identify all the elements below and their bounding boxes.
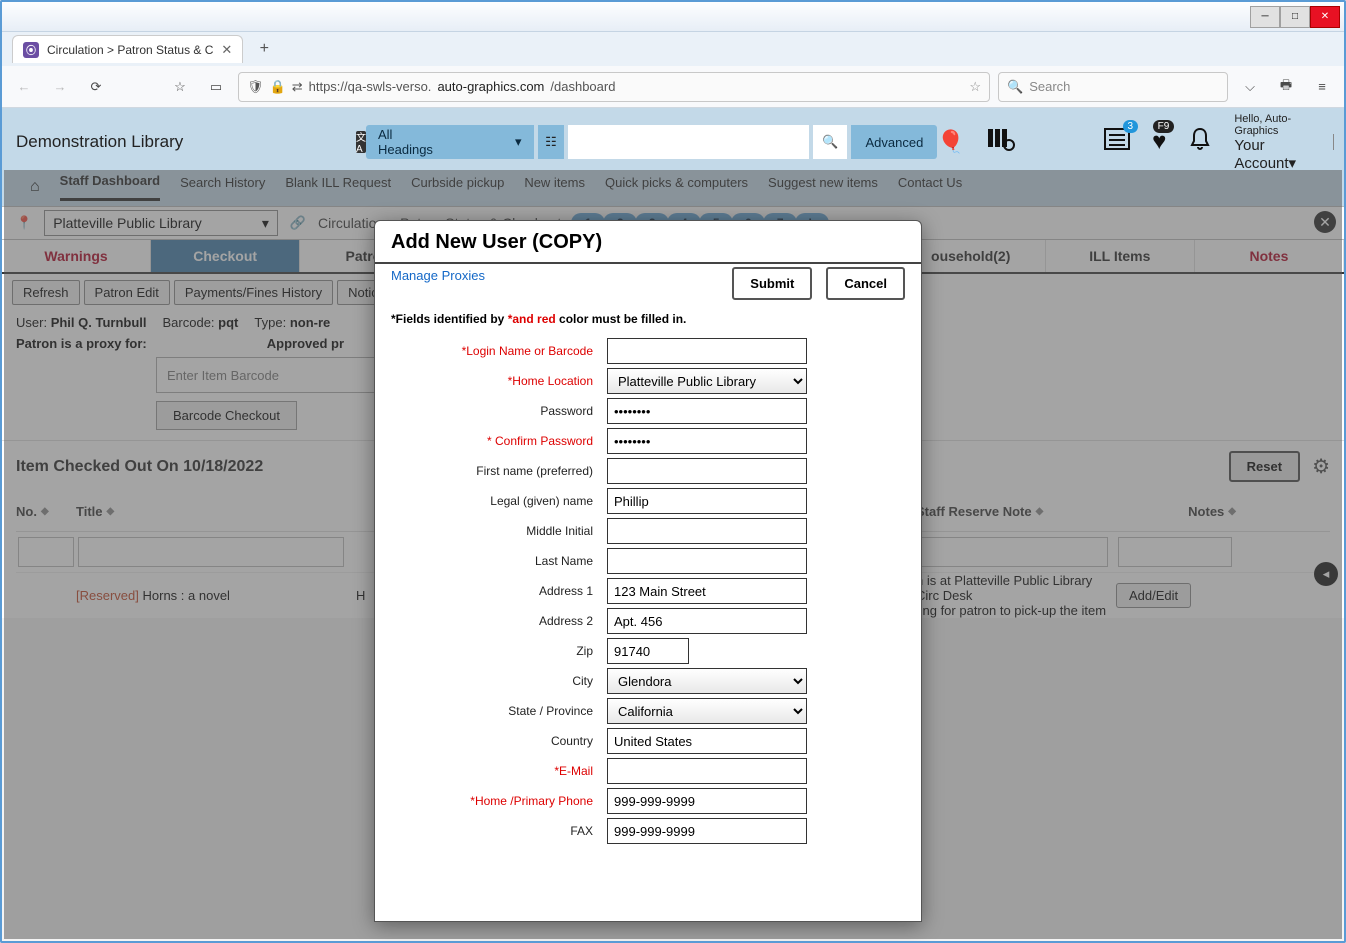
account-block[interactable]: Hello, Auto-Graphics Your Account▾ — [1234, 113, 1310, 172]
url-text-gray: https://qa-swls-verso. — [309, 79, 432, 94]
label-first: First name (preferred) — [387, 464, 593, 478]
heart-icon[interactable]: ♥ F9 — [1152, 128, 1166, 156]
hello-text: Hello, Auto-Graphics — [1234, 113, 1310, 137]
window-titlebar: ─ □ ✕ — [2, 2, 1344, 32]
balloon-icon[interactable]: 🎈 — [937, 129, 964, 155]
input-first[interactable] — [607, 458, 807, 484]
shield-icon: 🛡 — [247, 79, 264, 95]
input-addr1[interactable] — [607, 578, 807, 604]
req-red: *and red — [508, 312, 556, 326]
lock-icon: 🔒 — [270, 79, 286, 95]
settings-toggle-icon: ⇄ — [292, 79, 303, 95]
input-email[interactable] — [607, 758, 807, 784]
label-last: Last Name — [387, 554, 593, 568]
label-phone: *Home /Primary Phone — [387, 794, 593, 808]
extension-icon[interactable]: ▭ — [202, 73, 230, 101]
heading-select-label: All Headings — [378, 127, 445, 157]
input-middle[interactable] — [607, 518, 807, 544]
label-fax: FAX — [387, 824, 593, 838]
page-star-icon[interactable]: ☆ — [969, 79, 981, 95]
list-badge: 3 — [1123, 120, 1139, 133]
input-last[interactable] — [607, 548, 807, 574]
pocket-icon[interactable]: ⌵ — [1236, 73, 1264, 101]
logout-link[interactable]: Logout — [1333, 134, 1346, 150]
input-zip[interactable] — [607, 638, 689, 664]
req-post: color must be filled in. — [559, 312, 686, 326]
window-minimize[interactable]: ─ — [1250, 6, 1280, 28]
required-note: *Fields identified by *and red color mus… — [375, 304, 921, 334]
bell-icon[interactable] — [1188, 127, 1212, 158]
label-zip: Zip — [387, 644, 593, 658]
library-name: Demonstration Library — [16, 132, 356, 152]
heart-badge: F9 — [1153, 120, 1175, 133]
url-text-domain: auto-graphics.com — [437, 79, 544, 94]
reload-button[interactable]: ⟳ — [82, 73, 110, 101]
input-legal[interactable] — [607, 488, 807, 514]
browser-search-placeholder: Search — [1029, 79, 1070, 94]
label-home: *Home Location — [387, 374, 593, 388]
back-button[interactable]: ← — [10, 73, 38, 101]
input-country[interactable] — [607, 728, 807, 754]
input-cpass[interactable] — [607, 428, 807, 454]
cancel-button[interactable]: Cancel — [826, 267, 905, 300]
tab-close-icon[interactable]: ✕ — [221, 42, 232, 58]
label-middle: Middle Initial — [387, 524, 593, 538]
new-tab-button[interactable]: + — [251, 36, 277, 62]
select-city[interactable]: Glendora — [607, 668, 807, 694]
list-icon[interactable]: 3 — [1104, 128, 1130, 157]
url-text-path: /dashboard — [550, 79, 615, 94]
input-fax[interactable] — [607, 818, 807, 844]
submit-button[interactable]: Submit — [732, 267, 812, 300]
window-close[interactable]: ✕ — [1310, 6, 1340, 28]
language-icon[interactable]: 文A — [356, 131, 366, 153]
label-addr2: Address 2 — [387, 614, 593, 628]
browser-search-input[interactable]: 🔍 Search — [998, 72, 1228, 102]
window-maximize[interactable]: □ — [1280, 6, 1310, 28]
resources-icon[interactable] — [987, 127, 1015, 158]
advanced-button[interactable]: Advanced — [851, 125, 937, 159]
add-user-modal: Add New User (COPY) Manage Proxies Submi… — [374, 220, 922, 922]
input-pass[interactable] — [607, 398, 807, 424]
browser-tabstrip: ⦿ Circulation > Patron Status & C ✕ + — [2, 32, 1344, 66]
search-icon: 🔍 — [1007, 79, 1023, 95]
database-icon[interactable]: ☷ — [538, 125, 565, 159]
url-input[interactable]: 🛡 🔒 ⇄ https://qa-swls-verso. auto-graphic… — [238, 72, 990, 102]
browser-tab[interactable]: ⦿ Circulation > Patron Status & C ✕ — [12, 35, 243, 63]
chevron-down-icon: ▾ — [515, 134, 522, 150]
label-login: *Login Name or Barcode — [387, 344, 593, 358]
forward-button[interactable]: → — [46, 73, 74, 101]
label-email: *E-Mail — [387, 764, 593, 778]
print-icon[interactable]: 🖶 — [1272, 73, 1300, 101]
input-login[interactable] — [607, 338, 807, 364]
label-city: City — [387, 674, 593, 688]
input-phone[interactable] — [607, 788, 807, 814]
select-home[interactable]: Platteville Public Library — [607, 368, 807, 394]
label-pass: Password — [387, 404, 593, 418]
heading-select[interactable]: All Headings ▾ — [366, 125, 534, 159]
bookmark-star-icon[interactable]: ☆ — [166, 73, 194, 101]
label-state: State / Province — [387, 704, 593, 718]
label-cpass: * Confirm Password — [387, 434, 593, 448]
req-pre: *Fields identified by — [391, 312, 508, 326]
tab-favicon: ⦿ — [23, 42, 39, 58]
hamburger-menu-icon[interactable]: ≡ — [1308, 73, 1336, 101]
modal-title: Add New User (COPY) — [375, 221, 921, 264]
your-account-text: Your Account — [1234, 137, 1288, 172]
label-addr1: Address 1 — [387, 584, 593, 598]
catalog-search-input[interactable] — [568, 125, 809, 159]
tab-title: Circulation > Patron Status & C — [47, 43, 213, 57]
label-legal: Legal (given) name — [387, 494, 593, 508]
input-addr2[interactable] — [607, 608, 807, 634]
select-state[interactable]: California — [607, 698, 807, 724]
catalog-search-button[interactable]: 🔍 — [813, 125, 848, 159]
browser-urlbar: ← → ⟳ ☆ ▭ 🛡 🔒 ⇄ https://qa-swls-verso. au… — [2, 66, 1344, 108]
label-country: Country — [387, 734, 593, 748]
chevron-down-icon: ▾ — [1289, 155, 1297, 172]
